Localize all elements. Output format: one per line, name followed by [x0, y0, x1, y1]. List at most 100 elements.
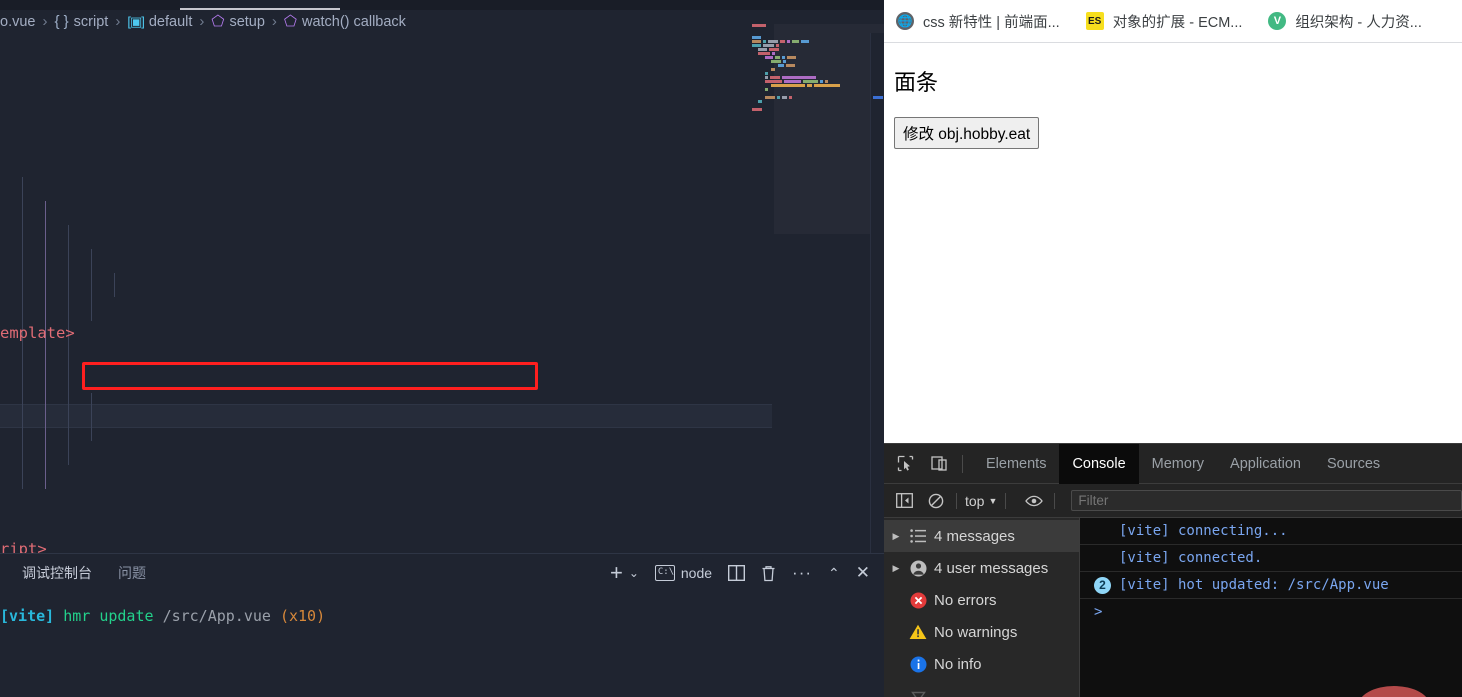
- console-sidebar-item-4-messages[interactable]: ▶ 4 messages: [884, 520, 1079, 552]
- browser-tab-1[interactable]: 🌐 css 新特性 | 前端面...: [884, 0, 1074, 43]
- console-prompt[interactable]: >: [1080, 599, 1462, 626]
- breadcrumb-separator: ›: [42, 13, 48, 30]
- breadcrumb-item-watch-callback[interactable]: ⬠ watch() callback: [284, 14, 406, 30]
- minimap-token: [789, 96, 793, 99]
- live-expression-eye-icon[interactable]: [1022, 489, 1046, 513]
- minimap-line: [752, 40, 862, 43]
- editor-tab-active[interactable]: [180, 0, 340, 10]
- tab-application[interactable]: Application: [1217, 444, 1314, 484]
- more-actions-icon[interactable]: ···: [792, 563, 812, 583]
- chevron-down-icon: ▼: [988, 495, 998, 506]
- minimap-token: [814, 84, 840, 87]
- maximize-panel-icon[interactable]: ⌃: [828, 565, 840, 582]
- browser-tab-3[interactable]: V 组织架构 - 人力资...: [1256, 0, 1435, 43]
- minimap-token: [783, 60, 787, 63]
- chevron-down-icon[interactable]: ⌄: [629, 566, 639, 580]
- minimap-line: [752, 24, 862, 27]
- devtools-tab-bar: Elements Console Memory Application Sour…: [884, 443, 1462, 484]
- tab-sources[interactable]: Sources: [1314, 444, 1393, 484]
- minimap-token: [800, 40, 810, 43]
- minimap-token: [764, 76, 769, 79]
- console-message-text: [vite] hot updated: /src/App.vue: [1119, 576, 1389, 593]
- new-terminal-icon[interactable]: +: [610, 560, 623, 586]
- console-sidebar-toggle-icon[interactable]: [892, 489, 916, 513]
- terminal-cmd: hmr update: [63, 607, 154, 625]
- overview-ruler[interactable]: [870, 33, 884, 553]
- console-sidebar-label: 4 user messages: [934, 559, 1049, 577]
- minimap[interactable]: [752, 24, 862, 524]
- tab-elements[interactable]: Elements: [973, 444, 1059, 484]
- code-line: ript>: [0, 540, 47, 553]
- panel-tab-problems[interactable]: 问题: [118, 563, 146, 583]
- split-terminal-icon[interactable]: [728, 565, 746, 581]
- minimap-token: [782, 56, 786, 59]
- console-sidebar-label: No errors: [934, 591, 997, 609]
- console-message: [vite] connected.: [1080, 545, 1462, 572]
- indent-guide: [45, 201, 46, 489]
- minimap-line: [752, 104, 862, 107]
- trash-icon[interactable]: [761, 565, 776, 582]
- minimap-line: [752, 88, 862, 91]
- minimap-token: [771, 84, 806, 87]
- console-repeat-badge: 2: [1094, 576, 1111, 594]
- device-toolbar-icon[interactable]: [926, 451, 952, 477]
- console-sidebar-item-no-warnings[interactable]: No warnings: [884, 616, 1079, 648]
- es-icon: ES: [1085, 12, 1104, 30]
- breadcrumb-item-setup[interactable]: ⬠ setup: [211, 14, 265, 30]
- minimap-token: [762, 44, 775, 47]
- console-sidebar-item-no-errors[interactable]: No errors: [884, 584, 1079, 616]
- browser-tab-2[interactable]: ES 对象的扩展 - ECM...: [1074, 0, 1257, 43]
- tab-memory[interactable]: Memory: [1139, 444, 1217, 484]
- breadcrumb-item-script[interactable]: { } script: [54, 14, 108, 30]
- console-message-text: [vite] connected.: [1119, 549, 1263, 566]
- minimap-token: [770, 76, 781, 79]
- console-output[interactable]: [vite] connecting... [vite] connected. 2 [v…: [1080, 518, 1462, 697]
- console-sidebar-label: No warnings: [934, 623, 1018, 641]
- list-icon: [908, 529, 928, 543]
- terminal-output[interactable]: [vite] hmr update /src/App.vue (x10): [0, 592, 884, 697]
- minimap-token: [764, 80, 782, 83]
- globe-icon: 🌐: [896, 12, 914, 30]
- console-message: 2 [vite] hot updated: /src/App.vue: [1080, 572, 1462, 599]
- minimap-token: [752, 24, 766, 27]
- minimap-line: [752, 64, 862, 67]
- terminal-tag: [vite]: [0, 607, 55, 625]
- minimap-token: [791, 40, 799, 43]
- panel-tab-debug-console[interactable]: 调试控制台: [22, 563, 92, 583]
- minimap-line: [752, 72, 862, 75]
- minimap-token: [776, 44, 780, 47]
- disclosure-triangle-icon[interactable]: ▶: [890, 531, 902, 542]
- terminal-shell-selector[interactable]: C:\ node: [654, 565, 712, 581]
- tab-console[interactable]: Console: [1059, 443, 1139, 484]
- console-sidebar-item-4-user-messages[interactable]: ▶ 4 user messages: [884, 552, 1079, 584]
- clear-console-icon[interactable]: [924, 489, 948, 513]
- minimap-token: [820, 80, 824, 83]
- breadcrumb-item-o-vue[interactable]: o.vue: [0, 14, 35, 30]
- minimap-token: [783, 80, 801, 83]
- minimap-token: [781, 96, 788, 99]
- minimap-line: [752, 68, 862, 71]
- breadcrumb-label: o.vue: [0, 13, 36, 30]
- console-sidebar-item-clipped[interactable]: [884, 680, 1079, 697]
- browser-tab-title: 对象的扩展 - ECM...: [1112, 14, 1243, 31]
- minimap-token: [767, 40, 778, 43]
- devtools-panel: Elements Console Memory Application Sour…: [884, 443, 1462, 697]
- minimap-token: [758, 48, 767, 51]
- breadcrumb-item-default[interactable]: [▣] default: [127, 14, 192, 30]
- inspect-element-icon[interactable]: [892, 451, 918, 477]
- screenshot-root: o.vue ›{ } script › [▣] default › ⬠ setup › ⬠ watch…: [0, 0, 1462, 697]
- info-icon: [908, 656, 928, 673]
- indent-guide: [91, 249, 92, 321]
- console-filter-input[interactable]: [1071, 490, 1462, 511]
- console-toolbar: top ▼: [884, 484, 1462, 518]
- terminal-path: /src/App.vue: [162, 607, 271, 625]
- minimap-line: [752, 56, 862, 59]
- modify-hobby-eat-button[interactable]: 修改 obj.hobby.eat: [894, 117, 1040, 149]
- user-icon: [908, 560, 928, 577]
- execution-context-selector[interactable]: top ▼: [965, 493, 997, 509]
- disclosure-triangle-icon[interactable]: ▶: [890, 563, 902, 574]
- page-heading: 面条: [894, 70, 939, 95]
- close-panel-icon[interactable]: ✕: [856, 563, 870, 583]
- minimap-token: [775, 56, 781, 59]
- console-sidebar-item-no-info[interactable]: No info: [884, 648, 1079, 680]
